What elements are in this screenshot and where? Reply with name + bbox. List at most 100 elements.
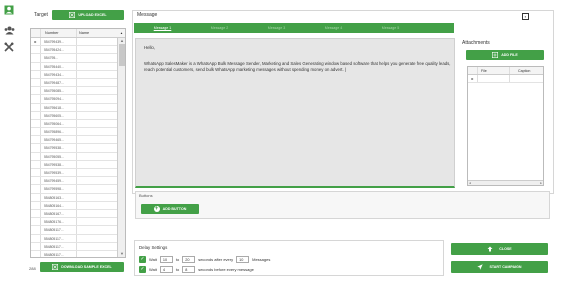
cell-number[interactable]: 554805117... [41, 226, 77, 234]
download-sample-excel-button[interactable]: DOWNLOAD SAMPLE EXCEL [40, 262, 124, 272]
cell-number[interactable]: 554799459... [41, 177, 77, 185]
row-selector[interactable] [31, 128, 41, 136]
tools-icon[interactable] [3, 41, 15, 53]
cell-name[interactable] [77, 46, 117, 53]
cell-name[interactable] [77, 79, 117, 86]
table-row[interactable]: 554795085... [31, 87, 117, 96]
cell-name[interactable] [77, 185, 117, 192]
table-row[interactable]: 554795055... [31, 152, 117, 161]
row-selector[interactable] [31, 218, 41, 226]
cell-name[interactable] [77, 161, 117, 168]
row-selector[interactable] [31, 87, 41, 95]
tab-message-5[interactable]: Message 5 [362, 23, 419, 33]
scroll-up-icon[interactable]: ▲ [120, 39, 124, 43]
row-selector[interactable] [31, 62, 41, 70]
column-header-number[interactable]: Number [41, 29, 77, 37]
message-count-input[interactable]: 10 [236, 255, 250, 263]
cell-number[interactable]: 554805117... [41, 250, 77, 257]
row-selector[interactable] [31, 250, 41, 257]
attachments-grid[interactable]: File Caption ▸ ◂ ▸ [467, 66, 544, 186]
cell-name[interactable] [77, 54, 117, 61]
table-row[interactable]: 554799434... [31, 70, 117, 79]
horizontal-scrollbar[interactable]: ◂ ▸ [468, 180, 543, 185]
each-min-input[interactable]: 4 [159, 265, 173, 273]
cell-name[interactable] [77, 104, 117, 111]
row-selector[interactable] [31, 70, 41, 78]
cell-number[interactable]: 554795896... [41, 128, 77, 136]
cell-number[interactable]: 554799487... [41, 78, 77, 87]
table-row[interactable]: 554795064... [31, 119, 117, 129]
row-selector[interactable] [31, 78, 41, 87]
scroll-left-icon[interactable]: ◂ [469, 181, 471, 185]
delay-each-checkbox[interactable]: ✓ [139, 265, 146, 273]
cell-name[interactable] [77, 95, 117, 102]
cell-name[interactable] [77, 128, 117, 135]
cell-number[interactable]: 554795440... [41, 62, 77, 70]
attachments-new-row[interactable]: ▸ [468, 75, 543, 83]
table-row[interactable]: 554799598... [31, 185, 117, 194]
cell-number[interactable]: 554799465... [41, 136, 77, 144]
cell-name[interactable] [77, 136, 117, 143]
cell-number[interactable]: 554799539... [41, 169, 77, 177]
scroll-right-icon[interactable]: ▸ [540, 181, 542, 185]
cell-number[interactable]: 554795055... [41, 152, 77, 160]
tab-message-2[interactable]: Message 2 [191, 23, 248, 33]
table-row[interactable]: ▸ 554799439... [31, 38, 117, 47]
cell-number[interactable]: 554805176... [41, 218, 77, 226]
row-selector[interactable]: ▸ [31, 38, 41, 46]
cell-number[interactable]: 554795085... [41, 87, 77, 95]
column-header-file[interactable]: File [478, 67, 510, 74]
row-selector[interactable] [31, 103, 41, 111]
cell-name[interactable] [77, 71, 117, 78]
message-editor[interactable]: Hello, WhatsApp SalesMaker is a WhatsApp… [135, 38, 455, 188]
row-selector[interactable] [31, 209, 41, 218]
add-button-button[interactable]: + ADD BUTTON [141, 204, 199, 214]
upload-excel-button[interactable]: UPLOAD EXCEL [52, 10, 124, 20]
row-selector[interactable] [31, 54, 41, 62]
row-selector[interactable] [31, 177, 41, 185]
cell-number[interactable]: 554799538... [41, 160, 77, 168]
row-selector[interactable] [31, 152, 41, 160]
tab-message-3[interactable]: Message 3 [248, 23, 305, 33]
row-selector[interactable] [31, 160, 41, 168]
vertical-scrollbar[interactable]: ▲ ▼ [117, 38, 125, 257]
delay-max-input[interactable]: 20 [182, 255, 196, 263]
cell-name[interactable] [77, 177, 117, 184]
maximize-icon[interactable]: ▪ [522, 13, 529, 20]
cell-name[interactable] [77, 120, 117, 127]
cell-number[interactable]: 554795094... [41, 95, 77, 103]
row-selector[interactable] [31, 234, 41, 242]
cell-number[interactable]: 554799439... [41, 38, 77, 46]
tab-message-4[interactable]: Message 4 [305, 23, 362, 33]
table-row[interactable]: 554805164... [31, 201, 117, 210]
row-selector[interactable] [31, 169, 41, 177]
cell-name[interactable] [77, 153, 117, 160]
cell-number[interactable]: 554805117... [41, 242, 77, 250]
cell-name[interactable] [77, 251, 117, 257]
cell-name[interactable] [77, 169, 117, 176]
cell-name[interactable] [77, 218, 117, 225]
target-grid[interactable]: Number Name ▲ ▸ 554799439... 554795424... 55… [30, 28, 126, 258]
cell-number[interactable]: 554805167... [41, 209, 77, 218]
table-row[interactable]: 554805167... [31, 209, 117, 219]
cell-name[interactable] [77, 235, 117, 242]
table-row[interactable]: 554805117... [31, 242, 117, 251]
cell-number[interactable]: 554795064... [41, 119, 77, 128]
table-row[interactable]: 554799487... [31, 78, 117, 88]
cell-number[interactable]: 554795... [41, 54, 77, 62]
start-campaign-button[interactable]: START CAMPAIGN [451, 261, 548, 273]
scroll-down-icon[interactable]: ▼ [120, 252, 124, 256]
cell-number[interactable]: 554799598... [41, 185, 77, 193]
scroll-thumb[interactable] [119, 44, 125, 66]
table-row[interactable]: 554805163... [31, 193, 117, 202]
cell-name[interactable] [77, 112, 117, 119]
row-selector[interactable] [31, 193, 41, 201]
cell-name[interactable] [77, 210, 117, 217]
table-row[interactable]: 554805117... [31, 226, 117, 235]
cell-name[interactable] [77, 243, 117, 250]
column-header-name[interactable]: Name ▲ [77, 29, 125, 37]
row-selector[interactable] [31, 144, 41, 152]
row-selector[interactable] [31, 111, 41, 119]
row-selector[interactable] [31, 226, 41, 234]
cell-name[interactable] [77, 144, 117, 151]
